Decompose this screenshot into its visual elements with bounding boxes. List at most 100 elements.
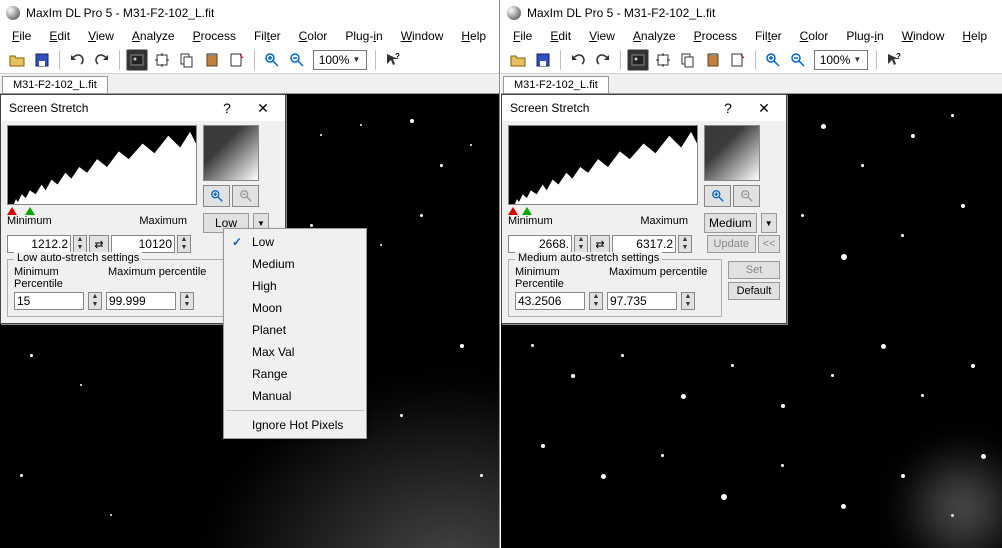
maximum-input[interactable]: [612, 235, 676, 253]
image-icon[interactable]: [627, 49, 649, 71]
minimum-input[interactable]: [508, 235, 572, 253]
min-caret[interactable]: [7, 207, 17, 215]
dropdown-item-ignore-hot[interactable]: Ignore Hot Pixels: [224, 414, 366, 436]
zoom-level[interactable]: 100%▼: [814, 50, 868, 70]
open-icon[interactable]: [6, 49, 28, 71]
menu-file[interactable]: File: [12, 29, 31, 43]
max-caret[interactable]: [522, 207, 532, 215]
max-percentile-input[interactable]: [106, 292, 176, 310]
menu-file[interactable]: File: [513, 29, 532, 43]
menu-view[interactable]: View: [88, 29, 114, 43]
menu-view[interactable]: View: [589, 29, 615, 43]
zoom-out-hist-icon[interactable]: [733, 185, 760, 207]
dropdown-item-range[interactable]: Range: [224, 363, 366, 385]
dropdown-item-low[interactable]: Low: [224, 231, 366, 253]
menu-plugin[interactable]: Plug-in: [345, 29, 382, 43]
min-caret[interactable]: [508, 207, 518, 215]
save-icon[interactable]: [31, 49, 53, 71]
menu-filter[interactable]: Filter: [755, 29, 782, 43]
min-percentile-input[interactable]: [515, 292, 585, 310]
zoom-in-hist-icon[interactable]: [203, 185, 230, 207]
image-canvas[interactable]: Screen Stretch ? ✕: [0, 94, 499, 548]
swap-button[interactable]: ⇄: [89, 235, 109, 253]
histogram[interactable]: [7, 125, 197, 205]
maximum-input[interactable]: [111, 235, 175, 253]
min-percentile-spinner[interactable]: ▲▼: [88, 292, 102, 310]
min-percentile-input[interactable]: [14, 292, 84, 310]
zoom-in-hist-icon[interactable]: [704, 185, 731, 207]
menu-process[interactable]: Process: [694, 29, 737, 43]
rewind-button[interactable]: <<: [758, 235, 780, 253]
menu-process[interactable]: Process: [193, 29, 236, 43]
help-button[interactable]: ?: [209, 98, 245, 118]
preview-thumbnail[interactable]: [704, 125, 760, 181]
dropdown-item-planet[interactable]: Planet: [224, 319, 366, 341]
close-button[interactable]: ✕: [746, 98, 782, 118]
max-percentile-spinner[interactable]: ▲▼: [681, 292, 695, 310]
menu-plugin[interactable]: Plug-in: [846, 29, 883, 43]
stretch-preset-button[interactable]: Medium: [704, 213, 757, 233]
zoom-out-icon[interactable]: [787, 49, 809, 71]
minimum-spinner[interactable]: ▲▼: [73, 235, 87, 253]
dropdown-item-maxval[interactable]: Max Val: [224, 341, 366, 363]
zoom-in-icon[interactable]: [261, 49, 283, 71]
menu-color[interactable]: Color: [800, 29, 829, 43]
redo-icon[interactable]: [91, 49, 113, 71]
minimum-input[interactable]: [7, 235, 71, 253]
zoom-level[interactable]: 100%▼: [313, 50, 367, 70]
maximum-spinner[interactable]: ▲▼: [177, 235, 191, 253]
fit-icon[interactable]: [151, 49, 173, 71]
dropdown-item-moon[interactable]: Moon: [224, 297, 366, 319]
menu-analyze[interactable]: Analyze: [633, 29, 676, 43]
max-caret[interactable]: [25, 207, 35, 215]
image-icon[interactable]: [126, 49, 148, 71]
save-icon[interactable]: [532, 49, 554, 71]
fit-icon[interactable]: [652, 49, 674, 71]
maximum-spinner[interactable]: ▲▼: [678, 235, 692, 253]
dropdown-item-high[interactable]: High: [224, 275, 366, 297]
paste-icon[interactable]: [201, 49, 223, 71]
menu-analyze[interactable]: Analyze: [132, 29, 175, 43]
stretch-preset-arrow[interactable]: ▼: [761, 213, 777, 233]
open-icon[interactable]: [507, 49, 529, 71]
menu-window[interactable]: Window: [902, 29, 945, 43]
whatsthis-icon[interactable]: ?: [382, 49, 404, 71]
redo-icon[interactable]: [592, 49, 614, 71]
menu-window[interactable]: Window: [401, 29, 444, 43]
copy-icon[interactable]: [176, 49, 198, 71]
document-tab[interactable]: M31-F2-102_L.fit: [503, 76, 609, 93]
dropdown-item-medium[interactable]: Medium: [224, 253, 366, 275]
image-canvas[interactable]: Screen Stretch ? ✕: [501, 94, 1002, 548]
min-percentile-spinner[interactable]: ▲▼: [589, 292, 603, 310]
menu-help[interactable]: Help: [461, 29, 486, 43]
menu-help[interactable]: Help: [962, 29, 987, 43]
dialog-titlebar[interactable]: Screen Stretch ? ✕: [1, 95, 285, 121]
dropdown-item-manual[interactable]: Manual: [224, 385, 366, 407]
set-button[interactable]: Set: [728, 261, 780, 279]
menu-edit[interactable]: Edit: [550, 29, 571, 43]
menu-edit[interactable]: Edit: [49, 29, 70, 43]
copy-icon[interactable]: [677, 49, 699, 71]
whatsthis-icon[interactable]: ?: [883, 49, 905, 71]
swap-button[interactable]: ⇄: [590, 235, 610, 253]
menu-color[interactable]: Color: [299, 29, 328, 43]
menu-filter[interactable]: Filter: [254, 29, 281, 43]
minimum-spinner[interactable]: ▲▼: [574, 235, 588, 253]
default-button[interactable]: Default: [728, 282, 780, 300]
undo-icon[interactable]: [567, 49, 589, 71]
zoom-in-icon[interactable]: [762, 49, 784, 71]
undo-icon[interactable]: [66, 49, 88, 71]
document-tab[interactable]: M31-F2-102_L.fit: [2, 76, 108, 93]
histogram[interactable]: [508, 125, 698, 205]
preview-thumbnail[interactable]: [203, 125, 259, 181]
zoom-out-icon[interactable]: [286, 49, 308, 71]
paste-icon[interactable]: [702, 49, 724, 71]
max-percentile-spinner[interactable]: ▲▼: [180, 292, 194, 310]
properties-icon[interactable]: [226, 49, 248, 71]
help-button[interactable]: ?: [710, 98, 746, 118]
zoom-out-hist-icon[interactable]: [232, 185, 259, 207]
update-button[interactable]: Update: [707, 235, 756, 253]
dialog-titlebar[interactable]: Screen Stretch ? ✕: [502, 95, 786, 121]
close-button[interactable]: ✕: [245, 98, 281, 118]
properties-icon[interactable]: [727, 49, 749, 71]
